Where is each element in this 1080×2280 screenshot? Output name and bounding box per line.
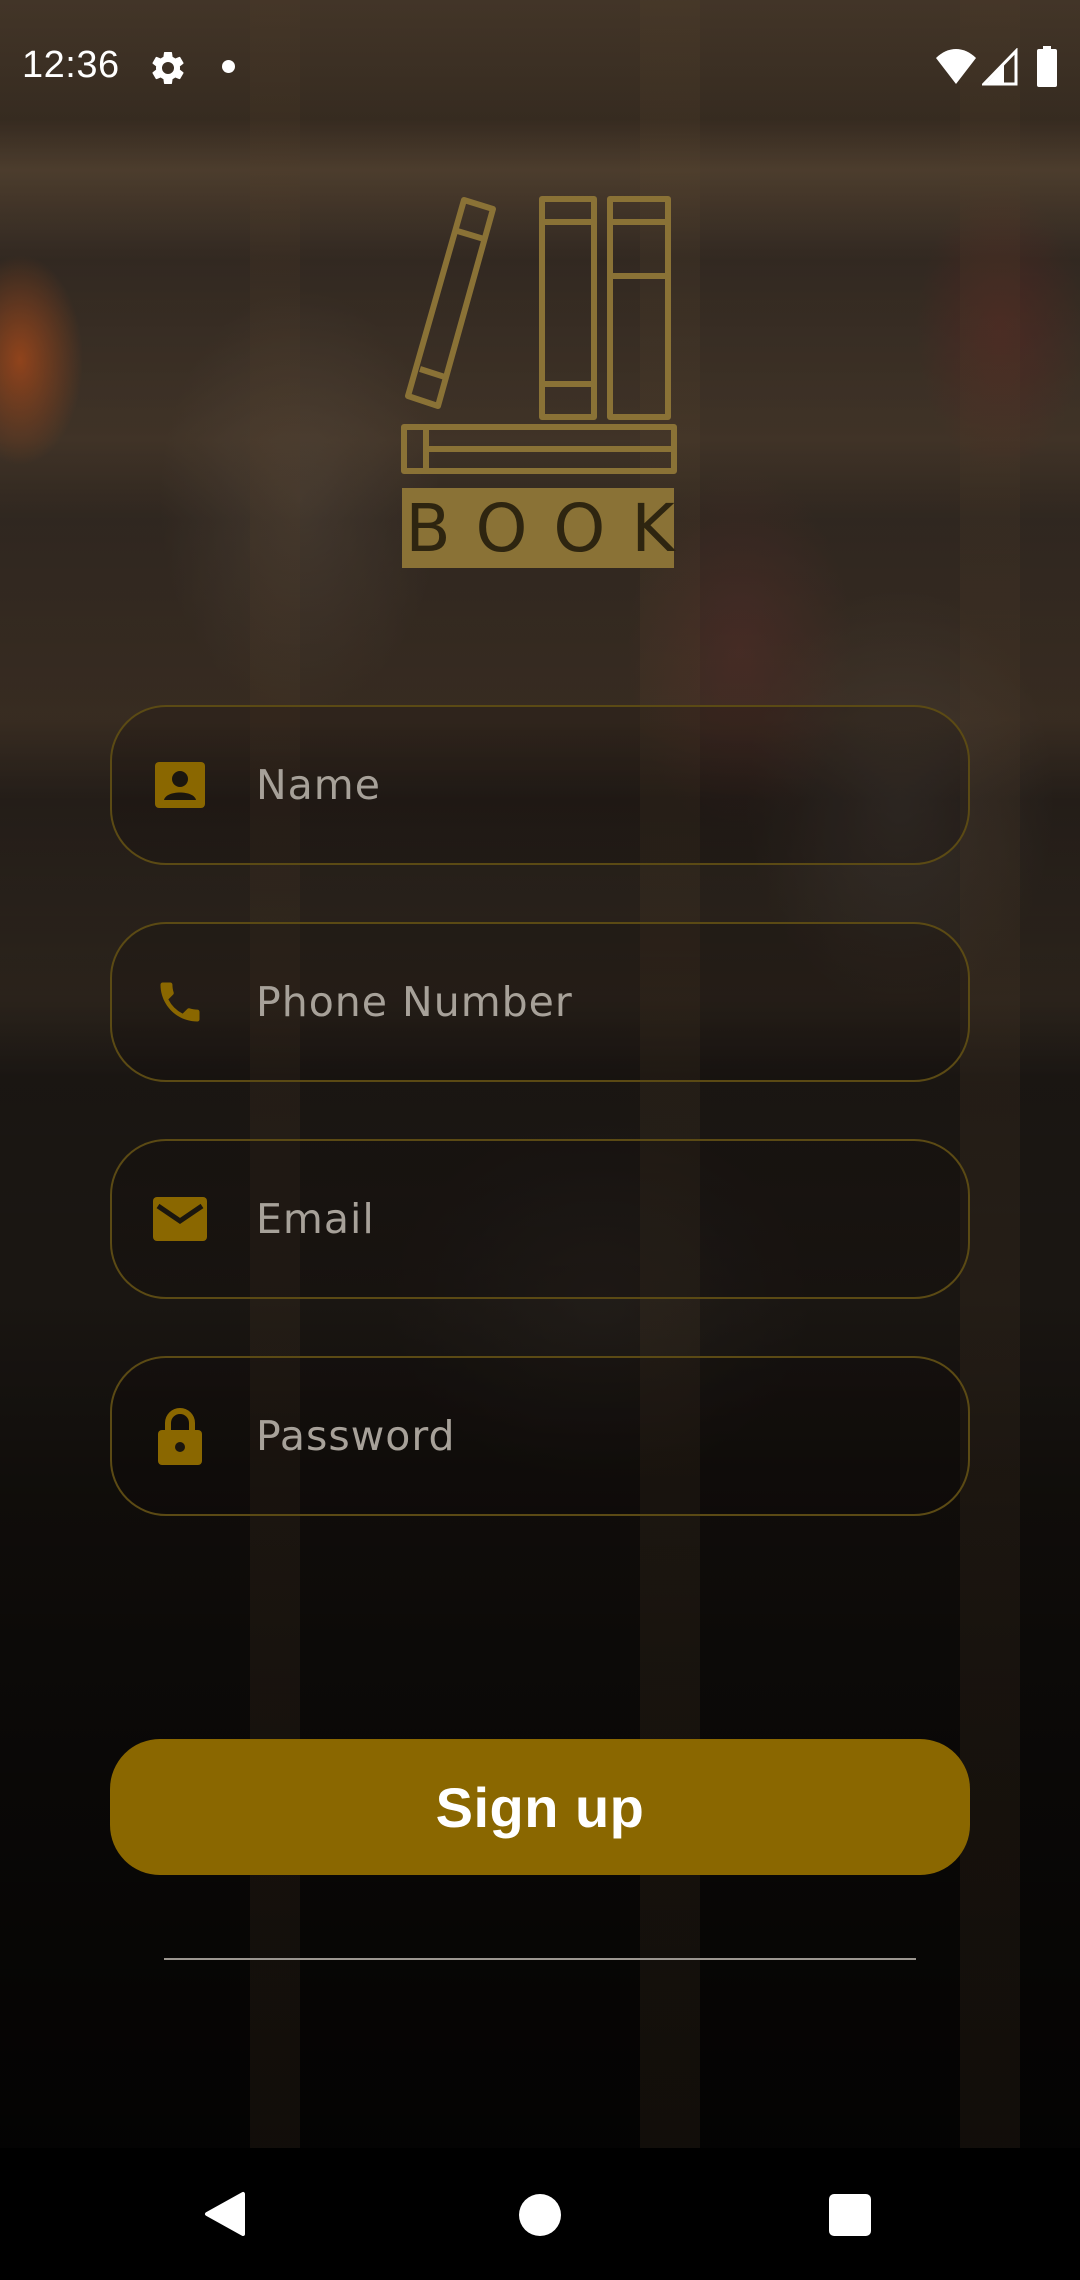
name-input[interactable]: [256, 707, 936, 863]
wifi-icon: [936, 49, 976, 84]
signup-screen: 12:36 BOOK Name Phone Number Email Sign …: [0, 0, 1080, 2280]
email-input[interactable]: [256, 1141, 936, 1297]
gear-icon: [152, 51, 184, 84]
notification-dot: [222, 60, 235, 73]
sign-up-button[interactable]: Sign up: [110, 1739, 970, 1875]
password-input[interactable]: [256, 1358, 936, 1514]
lock-icon: [150, 1406, 210, 1466]
email-field[interactable]: [110, 1139, 970, 1299]
recents-icon[interactable]: [829, 2194, 871, 2236]
logo-text: BOOK: [405, 489, 701, 567]
divider: [164, 1958, 916, 1960]
navigation-bar: [0, 2148, 1080, 2280]
phone-icon: [150, 972, 210, 1032]
cell-signal-icon: [982, 48, 1018, 86]
contact-card-icon: [150, 755, 210, 815]
status-time: 12:36: [22, 44, 120, 86]
phone-number-field[interactable]: [110, 922, 970, 1082]
home-icon[interactable]: [519, 2194, 561, 2236]
back-icon[interactable]: [203, 2190, 247, 2238]
mail-icon: [150, 1189, 210, 1249]
name-field[interactable]: [110, 705, 970, 865]
status-bar: 12:36: [0, 0, 1080, 134]
password-field[interactable]: [110, 1356, 970, 1516]
phone-number-input[interactable]: [256, 924, 936, 1080]
battery-icon: [1037, 46, 1057, 87]
